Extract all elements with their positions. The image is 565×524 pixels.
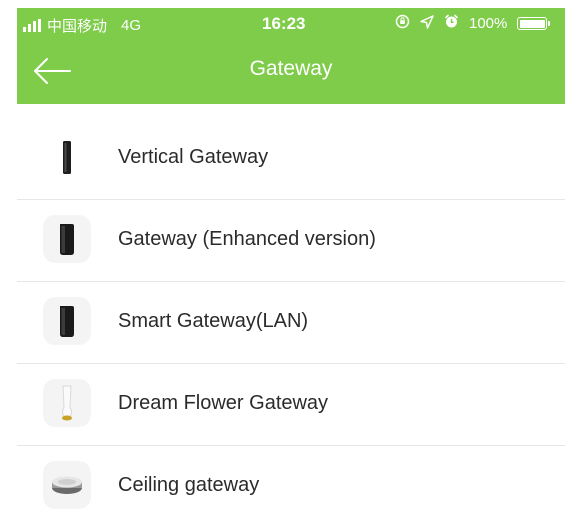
list-item-label: Ceiling gateway [118,474,260,496]
list-item-enhanced-gateway[interactable]: Gateway (Enhanced version) [17,200,565,282]
gateway-list: Vertical Gateway Gateway (Enhanced versi… [17,118,565,524]
battery-percent: 100% [469,15,508,32]
dream-flower-gateway-icon [43,379,91,427]
list-item-vertical-gateway[interactable]: Vertical Gateway [17,118,565,200]
list-item-label: Dream Flower Gateway [118,392,329,414]
status-bar: 中国移动 4G 16:23 100% [17,8,565,40]
status-left: 中国移动 4G [23,15,141,36]
list-item-dream-flower-gateway[interactable]: Dream Flower Gateway [17,364,565,446]
list-item-label: Gateway (Enhanced version) [118,228,376,250]
back-button[interactable] [33,54,73,88]
alarm-icon [444,14,459,33]
ceiling-gateway-icon [43,461,91,509]
list-item-ceiling-gateway[interactable]: Ceiling gateway [17,446,565,524]
network-type: 4G [121,17,142,34]
carrier-name: 中国移动 [47,18,108,35]
orientation-lock-icon [395,14,410,33]
nav-bar: Gateway [17,40,565,104]
enhanced-gateway-icon [43,215,91,263]
list-item-label: Vertical Gateway [118,146,269,168]
arrow-left-icon [34,58,71,84]
battery-icon [517,17,551,30]
list-item-label: Smart Gateway(LAN) [118,310,309,332]
page-title: Gateway [249,57,333,80]
smart-gateway-lan-icon [43,297,91,345]
vertical-gateway-icon [43,133,91,181]
battery-level [519,19,545,28]
status-right: 100% [395,14,551,33]
list-item-smart-gateway-lan[interactable]: Smart Gateway(LAN) [17,282,565,364]
signal-strength-icon [23,19,41,32]
header: 中国移动 4G 16:23 100% Gateway [17,8,565,104]
location-arrow-icon [420,14,434,33]
status-time: 16:23 [262,14,306,33]
app-screen: 中国移动 4G 16:23 100% Gateway Vertical Gate… [0,0,565,524]
